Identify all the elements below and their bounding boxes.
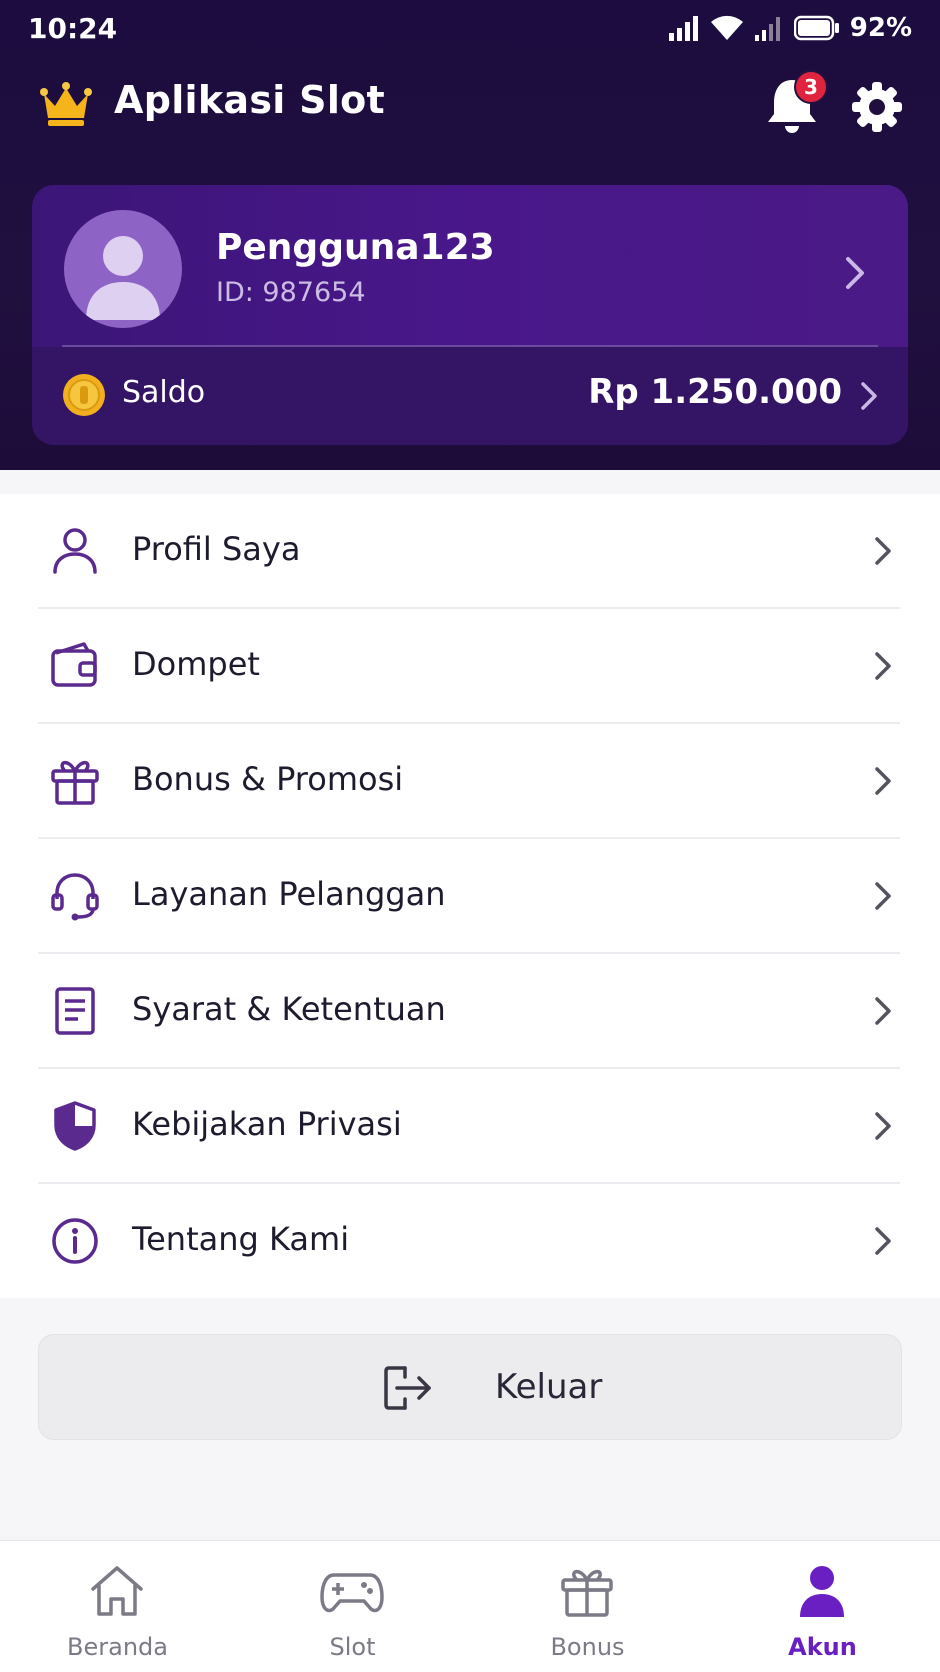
chevron-right-icon — [875, 767, 891, 795]
title-row: Aplikasi Slot 3 — [0, 70, 940, 142]
coin-icon — [63, 374, 105, 416]
gift-icon — [51, 760, 99, 805]
chevron-right-icon — [875, 1227, 891, 1255]
signal-icon — [668, 16, 698, 41]
status-icons: 92% — [668, 12, 912, 44]
menu-item-label: Tentang Kami — [132, 1220, 350, 1258]
chevron-right-icon — [875, 997, 891, 1025]
nav-item-home[interactable]: Beranda — [0, 1541, 235, 1672]
battery-icon — [793, 15, 839, 41]
status-bar: 10:24 92% — [0, 0, 940, 56]
menu-item-label: Bonus & Promosi — [132, 760, 404, 798]
card-divider — [62, 345, 878, 347]
gamepad-icon — [320, 1573, 384, 1613]
nav-label: Beranda — [67, 1633, 168, 1661]
user-icon — [800, 1566, 844, 1617]
avatar-person-icon — [86, 236, 160, 320]
chevron-right-icon — [875, 537, 891, 565]
info-icon — [52, 1218, 98, 1264]
status-time: 10:24 — [28, 12, 118, 45]
username: Pengguna123 — [216, 227, 495, 268]
menu-item-bonus-promo[interactable]: Bonus & Promosi — [0, 724, 940, 839]
shield-icon — [54, 1101, 96, 1151]
menu-item-terms[interactable]: Syarat & Ketentuan — [0, 954, 940, 1069]
menu-item-privacy[interactable]: Kebijakan Privasi — [0, 1069, 940, 1184]
wallet-icon — [51, 642, 97, 687]
user-icon — [53, 528, 97, 574]
balance-value[interactable]: Rp 1.250.000 — [588, 372, 842, 412]
menu-item-label: Profil Saya — [132, 530, 301, 568]
menu-item-label: Dompet — [132, 645, 260, 683]
user-id: ID: 987654 — [216, 277, 366, 308]
chevron-right-icon — [846, 257, 864, 289]
profile-card[interactable]: Pengguna123 ID: 987654 Saldo Rp 1.250.00… — [32, 185, 908, 445]
menu-item-about[interactable]: Tentang Kami — [0, 1184, 940, 1299]
balance-label: Saldo — [122, 375, 206, 410]
logout-icon — [384, 1366, 431, 1410]
battery-percent: 92% — [849, 13, 912, 43]
logout-button[interactable]: Keluar — [38, 1334, 902, 1440]
nav-item-account[interactable]: Akun — [705, 1541, 940, 1672]
nav-item-bonus[interactable]: Bonus — [470, 1541, 705, 1672]
signal-weak-icon — [754, 17, 780, 41]
menu-item-profile[interactable]: Profil Saya — [0, 494, 940, 609]
nav-label: Slot — [329, 1633, 376, 1661]
settings-button[interactable] — [850, 80, 904, 134]
crown-icon — [40, 82, 92, 126]
menu-item-label: Kebijakan Privasi — [132, 1105, 402, 1143]
gear-icon — [852, 82, 902, 132]
nav-label: Akun — [788, 1633, 857, 1661]
wifi-icon — [710, 15, 743, 41]
chevron-right-icon — [861, 382, 877, 410]
chevron-right-icon — [875, 652, 891, 680]
menu-item-wallet[interactable]: Dompet — [0, 609, 940, 724]
chevron-right-icon — [875, 1112, 891, 1140]
menu-item-label: Syarat & Ketentuan — [132, 990, 446, 1028]
headset-icon — [51, 873, 99, 921]
menu-item-label: Layanan Pelanggan — [132, 875, 446, 913]
notification-badge: 3 — [794, 70, 828, 104]
bottom-navigation: Beranda Slot Bonus Akun — [0, 1540, 940, 1672]
app-title: Aplikasi Slot — [114, 78, 386, 122]
document-icon — [55, 987, 95, 1035]
app-header: 10:24 92% Aplikasi Slot 3 Pengguna123 ID… — [0, 0, 940, 470]
account-menu: Profil Saya Dompet Bonus & Promosi Layan… — [0, 494, 940, 1298]
avatar — [64, 210, 182, 328]
nav-label: Bonus — [550, 1633, 625, 1661]
menu-item-customer-service[interactable]: Layanan Pelanggan — [0, 839, 940, 954]
nav-item-slot[interactable]: Slot — [235, 1541, 470, 1672]
home-icon — [91, 1566, 143, 1616]
chevron-right-icon — [875, 882, 891, 910]
logout-label: Keluar — [495, 1367, 603, 1407]
gift-icon — [561, 1569, 613, 1617]
